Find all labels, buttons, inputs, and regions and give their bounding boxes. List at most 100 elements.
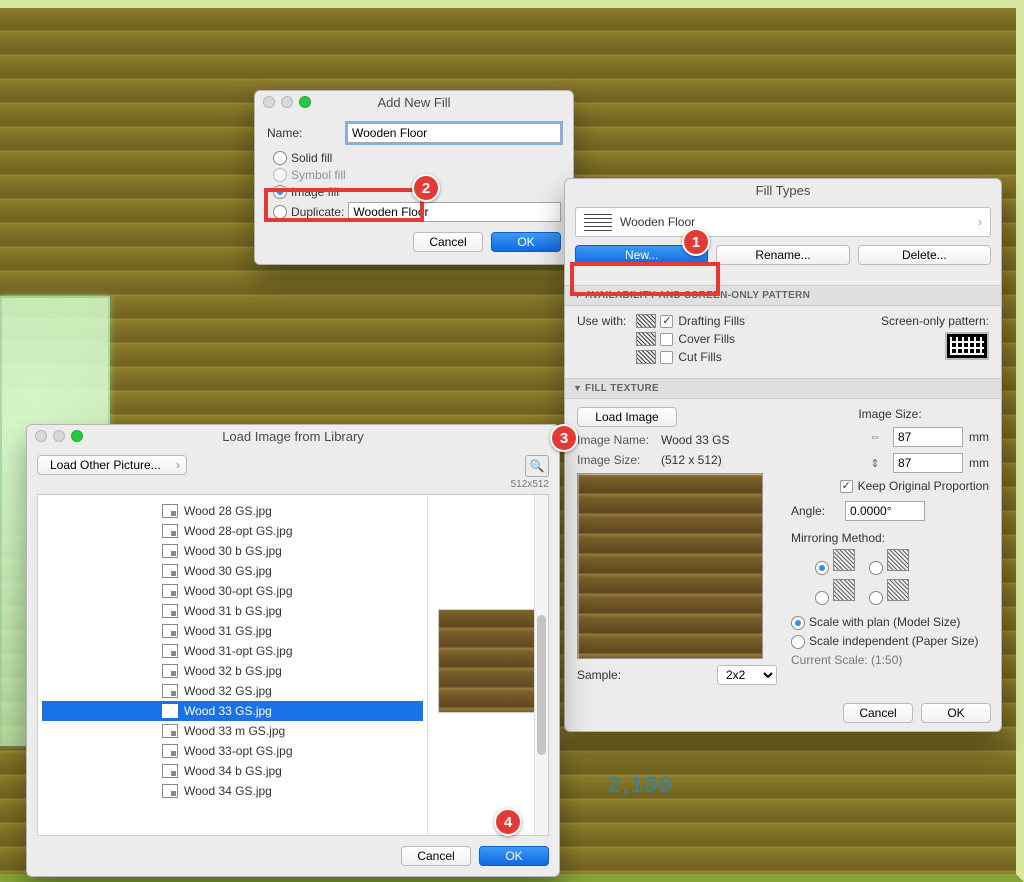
close-icon[interactable] [35, 430, 47, 442]
duplicate-radio[interactable] [273, 205, 287, 219]
image-size-value: (512 x 512) [661, 453, 722, 467]
list-item[interactable]: Wood 33 m GS.jpg [42, 721, 423, 741]
list-item[interactable]: Wood 28-opt GS.jpg [42, 521, 423, 541]
file-name: Wood 28 GS.jpg [184, 504, 272, 518]
cover-icon [636, 332, 656, 346]
delete-button[interactable]: Delete... [858, 245, 991, 265]
screen-pattern-swatch[interactable] [945, 332, 989, 360]
list-item[interactable]: Wood 34 b GS.jpg [42, 761, 423, 781]
file-name: Wood 33 m GS.jpg [184, 724, 285, 738]
use-with-label: Use with: [577, 314, 626, 368]
fill-types-dialog: Fill Types Wooden Floor › New... Rename.… [564, 178, 1002, 732]
cut-icon [636, 350, 656, 364]
close-icon[interactable] [263, 96, 275, 108]
mirror-radio-3[interactable] [815, 591, 829, 605]
cancel-button[interactable]: Cancel [843, 703, 913, 723]
list-item[interactable]: Wood 34 GS.jpg [42, 781, 423, 801]
angle-input[interactable] [845, 501, 925, 521]
titlebar[interactable]: Fill Types [565, 179, 1001, 201]
list-item[interactable]: Wood 30 GS.jpg [42, 561, 423, 581]
file-icon [162, 664, 178, 678]
cut-checkbox[interactable] [660, 351, 673, 364]
symbol-fill-radio[interactable] [273, 168, 287, 182]
file-name: Wood 32 GS.jpg [184, 684, 272, 698]
file-icon [162, 624, 178, 638]
list-item[interactable]: Wood 31-opt GS.jpg [42, 641, 423, 661]
image-size-label: Image Size: [577, 453, 661, 467]
ok-button[interactable]: OK [921, 703, 991, 723]
list-item[interactable]: Wood 32 b GS.jpg [42, 661, 423, 681]
drafting-checkbox[interactable] [660, 315, 673, 328]
callout-badge-3: 3 [550, 424, 578, 452]
load-image-button[interactable]: Load Image [577, 407, 677, 427]
cover-label: Cover Fills [678, 332, 735, 346]
height-icon: ⇕ [863, 457, 887, 470]
image-name-label: Image Name: [577, 433, 661, 447]
find-icon[interactable]: 🔍 [525, 455, 549, 477]
ok-button[interactable]: OK [479, 846, 549, 866]
list-item[interactable]: Wood 33 GS.jpg [42, 701, 423, 721]
load-other-picture-button[interactable]: Load Other Picture...› [37, 455, 187, 475]
zoom-icon[interactable] [299, 96, 311, 108]
dimension-label: 2,100 [608, 772, 673, 798]
file-icon [162, 524, 178, 538]
add-new-fill-dialog: Add New Fill Name: Solid fill Symbol fil… [254, 90, 574, 265]
file-name: Wood 33-opt GS.jpg [184, 744, 293, 758]
fill-preview-icon [584, 213, 612, 231]
angle-label: Angle: [791, 504, 845, 518]
file-icon [162, 504, 178, 518]
keep-proportion-checkbox[interactable] [840, 480, 853, 493]
cancel-button[interactable]: Cancel [401, 846, 471, 866]
scale-plan-radio[interactable] [791, 616, 805, 630]
rename-button[interactable]: Rename... [716, 245, 849, 265]
sample-select[interactable]: 2x2 [717, 665, 777, 685]
list-item[interactable]: Wood 30-opt GS.jpg [42, 581, 423, 601]
sample-label: Sample: [577, 668, 621, 682]
height-input[interactable] [893, 453, 963, 473]
list-item[interactable]: Wood 33-opt GS.jpg [42, 741, 423, 761]
name-label: Name: [267, 126, 347, 140]
image-name-value: Wood 33 GS [661, 433, 729, 447]
drafting-icon [636, 314, 656, 328]
width-input[interactable] [893, 427, 963, 447]
file-list[interactable]: Wood 28 GS.jpgWood 28-opt GS.jpgWood 30 … [38, 495, 428, 835]
list-item[interactable]: Wood 28 GS.jpg [42, 501, 423, 521]
chevron-right-icon: › [978, 215, 982, 229]
fill-texture-header[interactable]: FILL TEXTURE [565, 378, 1001, 399]
list-item[interactable]: Wood 31 b GS.jpg [42, 601, 423, 621]
titlebar[interactable]: Add New Fill [255, 91, 573, 113]
name-input[interactable] [347, 123, 561, 143]
current-fill-selector[interactable]: Wooden Floor › [575, 207, 991, 237]
file-icon [162, 724, 178, 738]
scale-ind-radio[interactable] [791, 635, 805, 649]
texture-preview [577, 473, 763, 659]
file-icon [162, 784, 178, 798]
mirror-radio-1[interactable] [815, 561, 829, 575]
zoom-icon[interactable] [71, 430, 83, 442]
minimize-icon[interactable] [281, 96, 293, 108]
preview-image [438, 609, 542, 713]
image-fill-radio[interactable] [273, 185, 287, 199]
duplicate-input[interactable] [348, 202, 561, 222]
solid-fill-radio[interactable] [273, 151, 287, 165]
list-item[interactable]: Wood 31 GS.jpg [42, 621, 423, 641]
list-item[interactable]: Wood 32 GS.jpg [42, 681, 423, 701]
mirror-radio-2[interactable] [869, 561, 883, 575]
mirror-radio-4[interactable] [869, 591, 883, 605]
file-icon [162, 604, 178, 618]
callout-badge-2: 2 [412, 174, 440, 202]
scrollbar[interactable] [534, 495, 548, 835]
file-icon [162, 684, 178, 698]
drafting-label: Drafting Fills [678, 314, 745, 328]
mirror-swatch-1 [833, 549, 855, 571]
list-item[interactable]: Wood 30 b GS.jpg [42, 541, 423, 561]
cancel-button[interactable]: Cancel [413, 232, 483, 252]
image-fill-label: Image fill [291, 185, 339, 199]
titlebar[interactable]: Load Image from Library [27, 425, 559, 447]
ok-button[interactable]: OK [491, 232, 561, 252]
scrollbar-thumb[interactable] [537, 615, 546, 755]
cover-checkbox[interactable] [660, 333, 673, 346]
minimize-icon[interactable] [53, 430, 65, 442]
availability-header[interactable]: AVAILABILITY AND SCREEN-ONLY PATTERN [565, 285, 1001, 306]
mirror-swatch-2 [887, 549, 909, 571]
